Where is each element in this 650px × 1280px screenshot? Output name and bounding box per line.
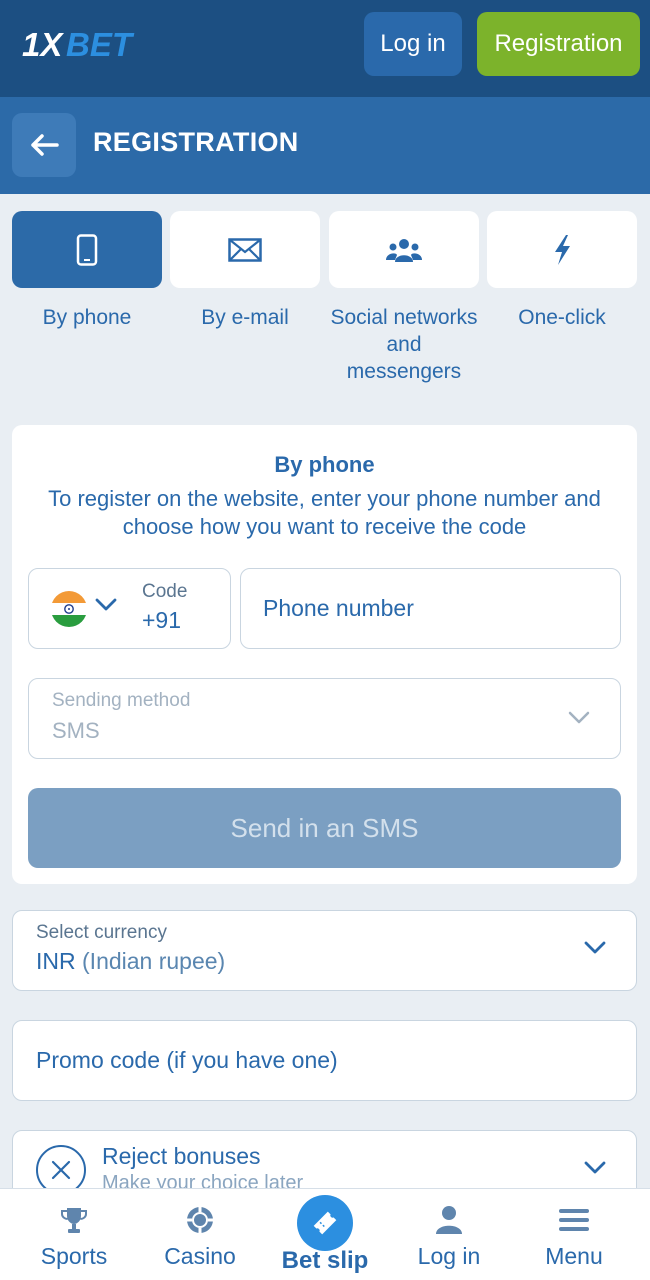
sending-method-value: SMS <box>52 718 100 743</box>
currency-code: INR <box>36 948 76 974</box>
sending-method-select[interactable]: Sending method SMS <box>28 678 621 759</box>
currency-name: (Indian rupee) <box>82 948 226 974</box>
smartphone-icon <box>76 233 98 266</box>
phone-number-input[interactable] <box>263 569 603 647</box>
svg-text:BET: BET <box>66 26 135 62</box>
users-icon <box>386 238 422 262</box>
trophy-icon <box>61 1208 87 1233</box>
phone-number-field[interactable] <box>240 568 621 649</box>
sending-method-label: Sending method <box>52 690 191 711</box>
tab-label-by-phone[interactable]: By phone <box>12 304 162 331</box>
code-value: +91 <box>142 607 182 633</box>
country-code-select[interactable]: Code +91 <box>28 568 231 649</box>
chevron-down-icon <box>584 1161 606 1174</box>
phone-registration-card: By phone To register on the website, ent… <box>12 425 637 884</box>
nav-login[interactable]: Log in <box>399 1189 499 1280</box>
tab-label-by-email[interactable]: By e-mail <box>170 304 320 331</box>
card-description: To register on the website, enter your p… <box>48 486 601 539</box>
tab-label-one-click[interactable]: One-click <box>487 304 637 331</box>
chevron-down-icon <box>568 711 590 724</box>
page-title: REGISTRATION <box>93 127 299 157</box>
header-login-button[interactable]: Log in <box>364 12 462 76</box>
top-header: 1X BET Log in Registration <box>0 0 650 97</box>
nav-casino-label: Casino <box>164 1243 236 1269</box>
bonus-title: Reject bonuses <box>102 1143 261 1169</box>
tab-by-email[interactable] <box>170 211 320 288</box>
tab-one-click[interactable] <box>487 211 637 288</box>
tab-label-social-networks[interactable]: Social networks and messengers <box>329 304 479 385</box>
nav-sports[interactable]: Sports <box>24 1189 124 1280</box>
hamburger-menu-icon <box>559 1209 589 1231</box>
promo-code-input[interactable] <box>36 1021 616 1099</box>
chevron-down-icon <box>95 598 117 611</box>
registration-bar: REGISTRATION <box>0 97 650 194</box>
card-title: By phone <box>274 452 375 477</box>
nav-betslip-label[interactable]: Bet slip <box>250 1247 400 1275</box>
lightning-icon <box>555 234 570 265</box>
promo-code-field[interactable] <box>12 1020 637 1101</box>
india-flag-icon <box>51 591 87 627</box>
nav-menu-label: Menu <box>545 1243 603 1269</box>
currency-select[interactable]: Select currency INR (Indian rupee) <box>12 910 637 991</box>
chevron-down-icon <box>584 941 606 954</box>
nav-login-label: Log in <box>417 1243 481 1269</box>
tab-by-phone[interactable] <box>12 211 162 288</box>
svg-text:1X: 1X <box>22 26 64 62</box>
arrow-left-icon <box>31 134 59 156</box>
send-sms-button[interactable]: Send in an SMS <box>28 788 621 868</box>
nav-casino[interactable]: Casino <box>150 1189 250 1280</box>
envelope-icon <box>228 237 262 262</box>
user-icon <box>436 1206 462 1234</box>
nav-betslip[interactable] <box>297 1195 353 1251</box>
brand-logo[interactable]: 1X BET <box>22 26 150 62</box>
tab-social-networks[interactable] <box>329 211 479 288</box>
nav-sports-label: Sports <box>40 1243 108 1269</box>
nav-menu[interactable]: Menu <box>524 1189 624 1280</box>
casino-chip-icon <box>187 1207 213 1233</box>
currency-label: Select currency <box>36 922 167 943</box>
header-registration-button[interactable]: Registration <box>477 12 640 76</box>
currency-value: INR (Indian rupee) <box>36 948 225 975</box>
code-label: Code <box>142 581 188 602</box>
ticket-icon <box>313 1211 337 1235</box>
back-button[interactable] <box>12 113 76 177</box>
